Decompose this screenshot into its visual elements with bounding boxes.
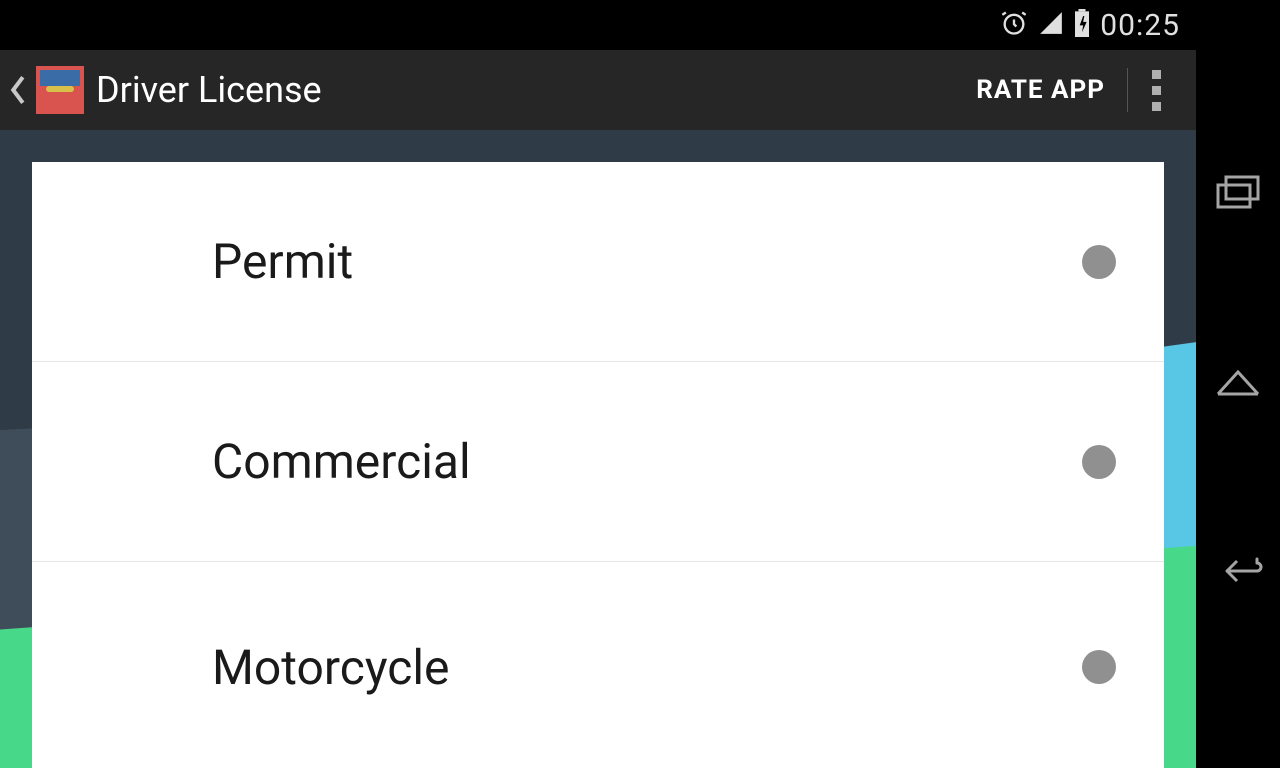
list-item-label: Commercial: [212, 433, 1082, 490]
alarm-icon: [1000, 9, 1028, 41]
radio-unchecked-icon: [1082, 650, 1116, 684]
home-button[interactable]: [1214, 366, 1262, 402]
back-button[interactable]: [6, 50, 30, 130]
content-background: Permit Commercial Motorcycle: [0, 130, 1196, 768]
status-clock: 00:25: [1100, 8, 1180, 43]
back-button-nav[interactable]: [1213, 553, 1263, 593]
overflow-menu-button[interactable]: [1128, 50, 1184, 130]
system-nav-bar: [1196, 0, 1280, 768]
list-item-motorcycle[interactable]: Motorcycle: [32, 562, 1164, 768]
category-card: Permit Commercial Motorcycle: [32, 162, 1164, 768]
status-bar: 00:25: [0, 0, 1196, 50]
list-item-label: Motorcycle: [212, 639, 1082, 696]
recent-apps-button[interactable]: [1216, 175, 1260, 215]
page-title: Driver License: [96, 69, 954, 111]
action-bar: Driver License RATE APP: [0, 50, 1196, 130]
list-item-label: Permit: [212, 233, 1082, 290]
app-icon[interactable]: [36, 66, 84, 114]
radio-unchecked-icon: [1082, 245, 1116, 279]
battery-charging-icon: [1074, 9, 1090, 41]
signal-icon: [1038, 10, 1064, 40]
radio-unchecked-icon: [1082, 445, 1116, 479]
list-item-commercial[interactable]: Commercial: [32, 362, 1164, 562]
rate-app-button[interactable]: RATE APP: [954, 75, 1127, 105]
list-item-permit[interactable]: Permit: [32, 162, 1164, 362]
